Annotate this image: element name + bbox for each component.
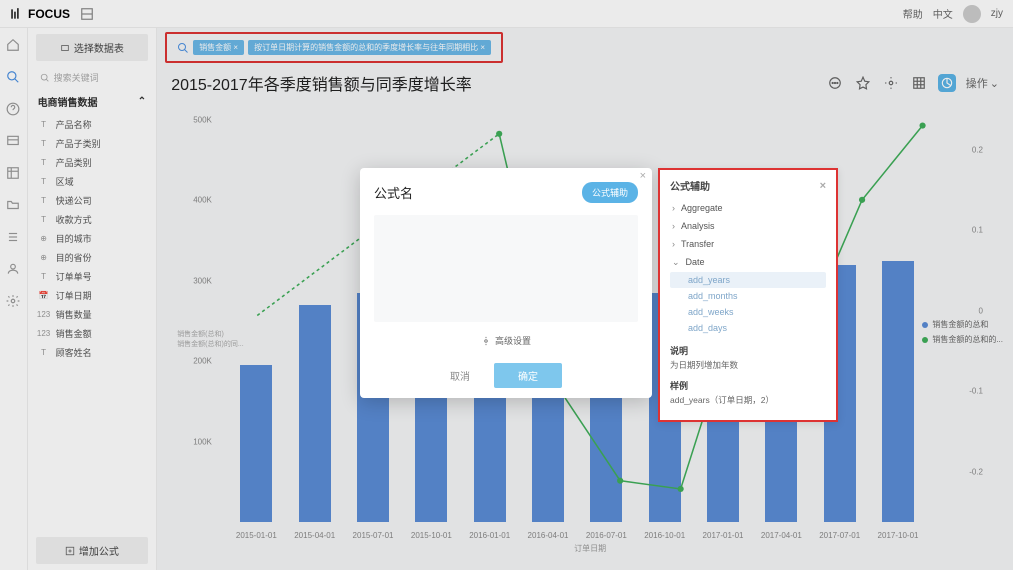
close-icon[interactable]: × bbox=[640, 170, 646, 182]
formula-input[interactable] bbox=[374, 215, 638, 322]
modal-title: 公式名 bbox=[374, 183, 413, 202]
confirm-button[interactable]: 确定 bbox=[494, 363, 562, 388]
helper-description-title: 说明 bbox=[670, 344, 826, 357]
close-icon[interactable]: × bbox=[820, 180, 826, 192]
gear-icon bbox=[481, 336, 491, 346]
helper-function[interactable]: add_weeks bbox=[670, 304, 826, 320]
advanced-settings-toggle[interactable]: 高级设置 bbox=[360, 328, 652, 353]
helper-title-text: 公式辅助 bbox=[670, 178, 710, 193]
helper-example-text: add_years（订单日期，2） bbox=[670, 394, 826, 406]
cancel-button[interactable]: 取消 bbox=[450, 363, 470, 388]
helper-category[interactable]: Date bbox=[670, 253, 826, 272]
helper-function[interactable]: add_months bbox=[670, 288, 826, 304]
helper-function[interactable]: add_years bbox=[670, 272, 826, 288]
formula-modal: × 公式名 公式辅助 高级设置 取消 确定 bbox=[360, 168, 652, 398]
helper-description-text: 为日期列增加年数 bbox=[670, 359, 826, 371]
helper-category[interactable]: Analysis bbox=[670, 217, 826, 235]
helper-category[interactable]: Aggregate bbox=[670, 199, 826, 217]
helper-example-title: 样例 bbox=[670, 379, 826, 392]
helper-category[interactable]: Transfer bbox=[670, 235, 826, 253]
formula-helper-button[interactable]: 公式辅助 bbox=[582, 182, 638, 203]
formula-helper-panel: 公式辅助 × Aggregate Analysis Transfer Date … bbox=[658, 168, 838, 422]
helper-function[interactable]: add_days bbox=[670, 320, 826, 336]
